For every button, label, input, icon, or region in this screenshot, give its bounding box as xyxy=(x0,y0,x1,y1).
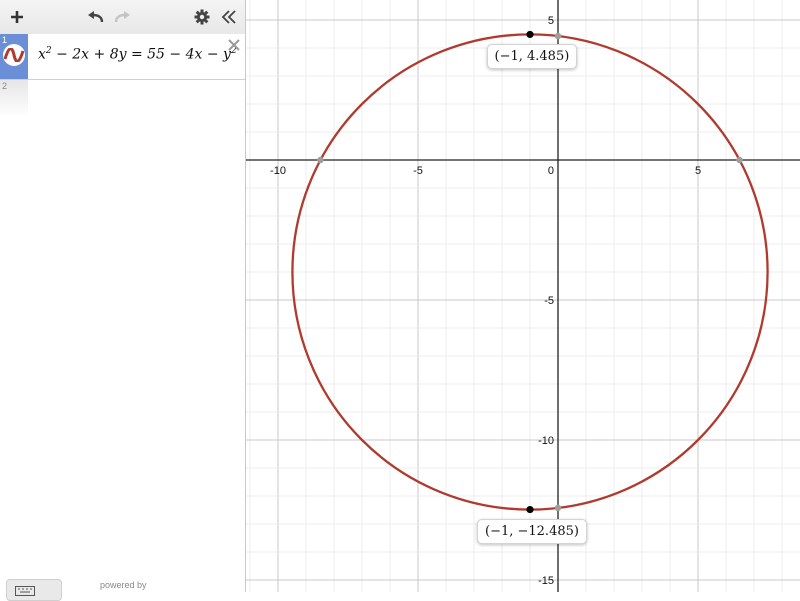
graph-color-icon[interactable] xyxy=(3,44,25,66)
undo-icon xyxy=(88,11,104,23)
x-tick-label: 5 xyxy=(695,165,701,177)
expression-list: 1 x2 − 2x + 8y = 55 − 4x − y2 2 xyxy=(0,34,245,118)
expression-number: 2 xyxy=(2,81,8,91)
intercept-point xyxy=(554,504,562,512)
graph-paper[interactable]: -10 -5 0 5 5 -5 -10 -15 (−1, 4.485) (−1, −12.485… xyxy=(221,0,800,592)
keyboard-icon xyxy=(15,586,35,596)
keyboard-button[interactable] xyxy=(6,579,62,601)
extremum-point xyxy=(526,505,534,514)
redo-icon xyxy=(114,11,130,23)
y-tick-label: -5 xyxy=(544,295,554,307)
empty-expression-row[interactable]: 2 xyxy=(0,80,245,118)
gear-icon xyxy=(194,9,210,25)
point-label[interactable]: (−1, −12.485) xyxy=(477,518,587,544)
redo-button[interactable] xyxy=(110,4,136,30)
wave-icon xyxy=(4,48,24,62)
expression-tab[interactable]: 1 xyxy=(0,34,28,79)
point-label[interactable]: (−1, 4.485) xyxy=(486,44,578,70)
settings-button[interactable] xyxy=(189,4,215,30)
intercept-point xyxy=(317,156,324,164)
expression-number: 1 xyxy=(2,35,8,45)
x-tick-label: -5 xyxy=(413,165,423,177)
intercept-point xyxy=(736,156,743,164)
expression-term: x xyxy=(38,46,46,63)
y-tick-label: 5 xyxy=(548,15,554,27)
x-tick-label: -10 xyxy=(270,165,286,177)
collapse-sidebar-button[interactable] xyxy=(216,4,242,30)
graph-canvas[interactable]: -10 -5 0 5 5 -5 -10 -15 xyxy=(221,0,800,592)
expression-sidebar: 1 x2 − 2x + 8y = 55 − 4x − y2 2 powered … xyxy=(0,0,246,601)
expression-toolbar xyxy=(0,0,245,35)
expression-row[interactable]: 1 x2 − 2x + 8y = 55 − 4x − y2 xyxy=(0,34,245,80)
expression-term: − 2x + 8y = 55 − 4x − y xyxy=(51,46,231,63)
y-tick-label: -15 xyxy=(538,575,554,587)
delete-expression-icon[interactable] xyxy=(227,38,241,52)
y-tick-label: -10 xyxy=(538,435,554,447)
plus-icon xyxy=(11,11,23,23)
intercept-point xyxy=(554,32,562,40)
expression-input[interactable]: x2 − 2x + 8y = 55 − 4x − y2 xyxy=(38,46,237,63)
add-expression-button[interactable] xyxy=(4,4,30,30)
powered-by-text: powered by xyxy=(100,580,147,590)
x-tick-label: 0 xyxy=(548,165,554,177)
undo-button[interactable] xyxy=(82,4,108,30)
double-chevron-left-icon xyxy=(221,10,236,24)
extremum-point xyxy=(526,30,534,39)
expression-tab: 2 xyxy=(0,80,28,118)
